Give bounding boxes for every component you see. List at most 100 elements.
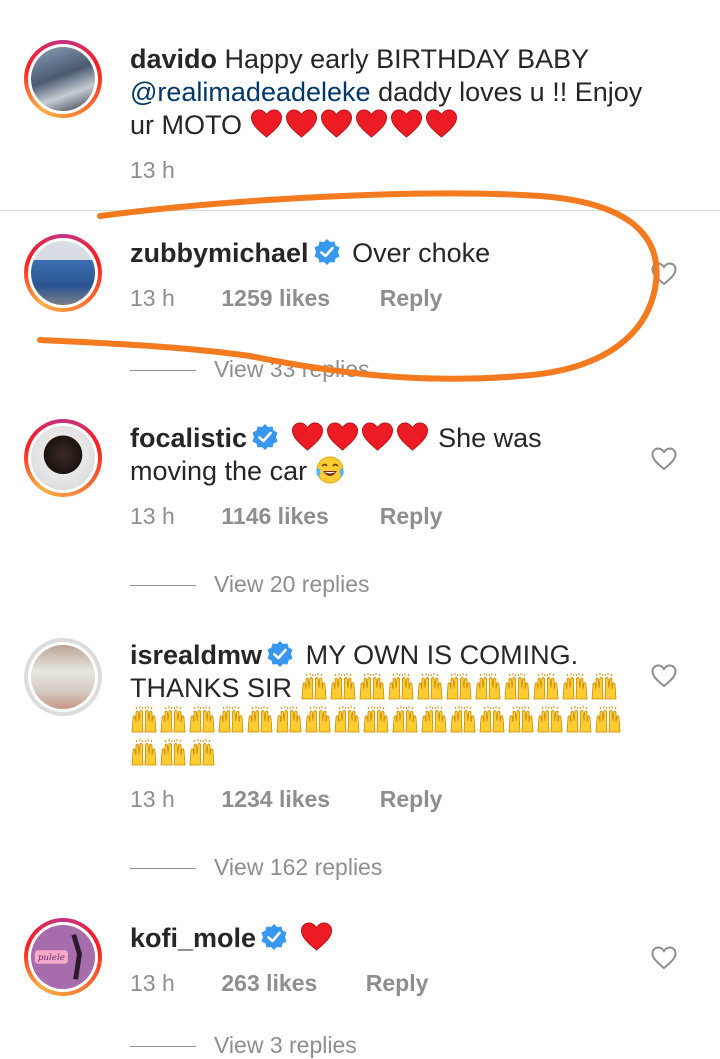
view-replies[interactable]: View 20 replies [130, 571, 370, 598]
heart-emoji-icon [250, 109, 282, 138]
heart-outline-icon[interactable] [651, 262, 677, 286]
reply-button[interactable]: Reply [380, 786, 443, 813]
raising-hands-emoji-icon [504, 673, 529, 700]
raising-hands-emoji-icon [218, 706, 244, 733]
timestamp: 13 h [130, 970, 175, 996]
likes-count[interactable]: 1259 likes [221, 285, 373, 312]
heart-emoji-icon [396, 422, 428, 451]
avatar-photo: pulele [31, 925, 95, 989]
raising-hands-emoji-icon [475, 673, 500, 700]
raising-hands-emoji-icon [131, 739, 157, 766]
avatar[interactable]: pulele [24, 918, 102, 996]
comment-meta: 13 h 1259 likes Reply [130, 285, 442, 312]
likes-count[interactable]: 263 likes [221, 970, 359, 997]
comment-text: davido Happy early BIRTHDAY BABY @realim… [130, 44, 643, 140]
reply-button[interactable]: Reply [380, 285, 443, 312]
heart-emoji-icon [300, 922, 332, 951]
raising-hands-emoji-icon [160, 739, 186, 766]
raising-hands-emoji-icon [160, 706, 186, 733]
laughing-emoji-icon [315, 456, 344, 484]
hearts [291, 422, 431, 453]
hearts [250, 109, 460, 140]
raising-hands-emoji-icon [595, 706, 621, 733]
heart-emoji-icon [285, 109, 317, 138]
heart-emoji-icon [291, 422, 323, 451]
replies-divider-line [130, 868, 196, 870]
heart-emoji-icon [390, 109, 422, 138]
comment-text: zubbymichael Over choke [130, 238, 491, 268]
raising-hands-emoji-icon [131, 706, 157, 733]
view-replies[interactable]: View 162 replies [130, 854, 382, 881]
raising-hands-emoji-icon [450, 706, 476, 733]
likes-count[interactable]: 1146 likes [221, 503, 373, 530]
avatar[interactable] [24, 638, 102, 716]
raising-hands-emoji-icon [392, 706, 418, 733]
raising-hands-emoji-icon [334, 706, 360, 733]
raising-hands-emoji-icon [189, 739, 215, 766]
raising-hands-emoji-icon [247, 706, 273, 733]
svg-text:pulele: pulele [38, 953, 65, 963]
avatar-photo [31, 645, 95, 709]
timestamp: 13 h [130, 503, 175, 529]
heart-emoji-icon [320, 109, 352, 138]
verified-badge-icon [252, 424, 278, 450]
comment-meta: 13 h [130, 157, 175, 184]
username[interactable]: kofi_mole [130, 923, 256, 953]
raising-hands-emoji-icon [479, 706, 505, 733]
likes-count[interactable]: 1234 likes [221, 786, 373, 813]
avatar-photo [31, 426, 95, 490]
avatar[interactable] [24, 40, 102, 118]
replies-divider-line [130, 585, 196, 587]
comment-text: isrealdmw MY OWN IS COMING. THANKS SIR [130, 639, 630, 771]
verified-badge-icon [267, 641, 293, 667]
username[interactable]: focalistic [130, 423, 247, 453]
raising-hands-emoji-icon [421, 706, 447, 733]
view-replies[interactable]: View 33 replies [130, 356, 370, 383]
reply-button[interactable]: Reply [366, 970, 429, 997]
raising-hands-emoji-icon [417, 673, 442, 700]
heart-outline-icon[interactable] [651, 447, 677, 471]
raising-hands-emoji-icon [591, 673, 616, 700]
reply-button[interactable]: Reply [380, 503, 443, 530]
heart-outline-icon[interactable] [651, 664, 677, 688]
raising-hands-emoji-icon [276, 706, 302, 733]
raising-hands-emoji-icon [301, 673, 326, 700]
raising-hands-emoji-icon [388, 673, 413, 700]
comment-meta: 13 h 1146 likes Reply [130, 503, 442, 530]
avatar-photo [31, 47, 95, 111]
raising-hands-emoji-icon [533, 673, 558, 700]
username[interactable]: zubbymichael [130, 238, 309, 268]
username[interactable]: isrealdmw [130, 640, 262, 670]
raising-hands-emoji-icon [305, 706, 331, 733]
comment-meta: 13 h 1234 likes Reply [130, 786, 442, 813]
heart-emoji-icon [326, 422, 358, 451]
raising-hands-emoji-icon [562, 673, 587, 700]
avatar[interactable] [24, 234, 102, 312]
timestamp: 13 h [130, 157, 175, 183]
pulele-logo: pulele [34, 934, 82, 980]
raising-hands-emoji-icon [363, 706, 389, 733]
verified-badge-icon [314, 239, 340, 265]
raising-hands-emoji-icon [566, 706, 592, 733]
timestamp: 13 h [130, 285, 175, 311]
timestamp: 13 h [130, 786, 175, 812]
raising-hands-emoji-icon [446, 673, 471, 700]
replies-divider-line [130, 1046, 196, 1048]
mention-link[interactable]: @realimadeadeleke [130, 77, 371, 107]
heart-emoji-icon [425, 109, 457, 138]
replies-divider-line [130, 370, 196, 372]
raising-hands-emoji-icon [359, 673, 384, 700]
heart-outline-icon[interactable] [651, 946, 677, 970]
username[interactable]: davido [130, 44, 217, 74]
raising-hands-emoji-icon [508, 706, 534, 733]
comment-text: focalistic She was moving the car [130, 422, 542, 486]
comment-meta: 13 h 263 likes Reply [130, 970, 428, 997]
heart-emoji-icon [355, 109, 387, 138]
divider [0, 210, 720, 211]
comment-text: kofi_mole [130, 922, 650, 955]
raising-hands-emoji-icon [537, 706, 563, 733]
avatar[interactable] [24, 419, 102, 497]
raising-hands-emoji-icon [189, 706, 215, 733]
avatar-photo [31, 241, 95, 305]
verified-badge-icon [261, 924, 287, 950]
